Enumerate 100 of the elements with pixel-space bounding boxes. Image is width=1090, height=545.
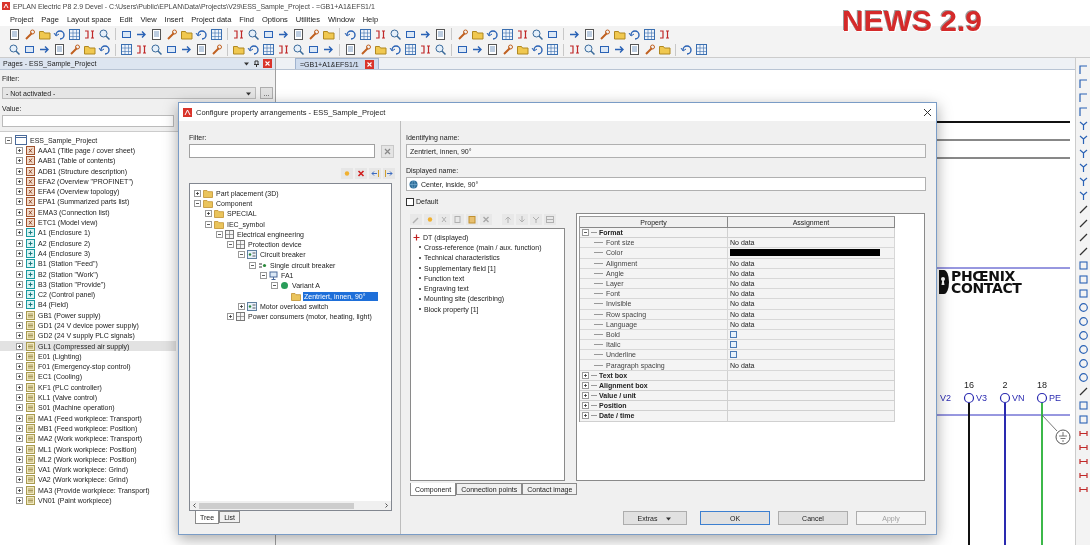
arrow-icon[interactable] <box>322 43 335 56</box>
expand-icon[interactable] <box>238 302 245 310</box>
expand-icon[interactable] <box>16 352 23 360</box>
arrow-icon[interactable] <box>180 43 193 56</box>
square-icon[interactable] <box>1077 288 1089 299</box>
symbol-icon[interactable] <box>419 43 432 56</box>
square-icon[interactable] <box>307 43 320 56</box>
collapse-icon[interactable] <box>582 229 589 237</box>
expand-icon[interactable] <box>16 229 23 237</box>
expand-icon[interactable] <box>16 497 23 505</box>
expand-icon[interactable] <box>16 322 23 329</box>
checkbox[interactable] <box>730 341 737 349</box>
pin-icon[interactable] <box>253 60 260 67</box>
page-icon[interactable] <box>628 43 641 56</box>
expand-icon[interactable] <box>582 412 589 420</box>
page-icon[interactable] <box>8 27 21 41</box>
corner-icon[interactable] <box>1077 78 1089 89</box>
export-icon[interactable] <box>383 168 395 179</box>
filter-field[interactable] <box>189 144 375 158</box>
circle-icon[interactable] <box>1077 316 1089 327</box>
square-icon[interactable] <box>1077 274 1089 285</box>
collapse-icon[interactable] <box>5 136 12 144</box>
expand-icon[interactable] <box>16 373 23 381</box>
undo-icon[interactable] <box>53 27 66 41</box>
zoom-icon[interactable] <box>150 43 163 56</box>
undo-icon[interactable] <box>680 43 693 56</box>
grid-icon[interactable] <box>643 27 656 41</box>
expand-icon[interactable] <box>16 188 23 196</box>
branch-icon[interactable] <box>1077 120 1089 131</box>
symbol-icon[interactable] <box>83 27 96 41</box>
zoom-icon[interactable] <box>583 43 596 56</box>
page-icon[interactable] <box>434 27 447 41</box>
expand-icon[interactable] <box>16 414 23 422</box>
expand-icon[interactable] <box>16 280 23 288</box>
page-icon[interactable] <box>150 27 163 41</box>
corner-icon[interactable] <box>1077 92 1089 103</box>
expand-icon[interactable] <box>16 311 23 319</box>
branch-icon[interactable] <box>1077 162 1089 173</box>
grid-icon[interactable] <box>695 43 708 56</box>
scrollbar[interactable] <box>190 501 391 510</box>
line-icon[interactable] <box>1077 218 1089 229</box>
line-icon[interactable] <box>1077 246 1089 257</box>
checkbox[interactable] <box>406 197 414 206</box>
square-icon[interactable] <box>598 43 611 56</box>
expand-icon[interactable] <box>16 445 23 453</box>
undo-icon[interactable] <box>195 27 208 41</box>
grid-icon[interactable] <box>68 27 81 41</box>
grid-icon[interactable] <box>404 43 417 56</box>
expand-icon[interactable] <box>16 157 23 165</box>
collapse-icon[interactable] <box>216 230 223 238</box>
expand-icon[interactable] <box>16 167 23 175</box>
expand-icon[interactable] <box>16 239 23 247</box>
expand-icon[interactable] <box>194 189 201 197</box>
expand-icon[interactable] <box>16 363 23 371</box>
corner-icon[interactable] <box>1077 64 1089 75</box>
collapse-icon[interactable] <box>194 199 201 207</box>
undo-icon[interactable] <box>247 43 260 56</box>
circle-icon[interactable] <box>1077 302 1089 313</box>
bracket-icon[interactable] <box>1077 442 1089 453</box>
expand-icon[interactable] <box>16 208 23 216</box>
clear-button[interactable] <box>381 144 394 158</box>
undo-icon[interactable] <box>628 27 641 41</box>
expand-icon[interactable] <box>16 270 23 278</box>
page-icon[interactable] <box>195 43 208 56</box>
expand-icon[interactable] <box>16 424 23 432</box>
symbol-icon[interactable] <box>658 27 671 41</box>
import-icon[interactable] <box>369 168 381 179</box>
collapse-icon[interactable] <box>205 220 212 228</box>
circle-icon[interactable] <box>1077 372 1089 383</box>
expand-icon[interactable] <box>16 342 23 350</box>
square-icon[interactable] <box>1077 400 1089 411</box>
expand-icon[interactable] <box>227 313 234 321</box>
line-icon[interactable] <box>1077 232 1089 243</box>
arrow-icon[interactable] <box>38 43 51 56</box>
page-icon[interactable] <box>486 43 499 56</box>
line-icon[interactable] <box>1077 204 1089 215</box>
line-icon[interactable] <box>1077 386 1089 397</box>
branch-icon[interactable] <box>1077 148 1089 159</box>
undo-icon[interactable] <box>389 43 402 56</box>
undo-icon[interactable] <box>531 43 544 56</box>
arrow-icon[interactable] <box>613 43 626 56</box>
expand-icon[interactable] <box>16 404 23 412</box>
expand-icon[interactable] <box>16 291 23 299</box>
grid-icon[interactable] <box>359 27 372 41</box>
bracket-icon[interactable] <box>1077 456 1089 467</box>
expand-icon[interactable] <box>16 455 23 463</box>
caret-icon[interactable] <box>243 60 250 67</box>
expand-icon[interactable] <box>16 301 23 309</box>
expand-icon[interactable] <box>16 394 23 402</box>
delete-icon[interactable] <box>355 168 367 179</box>
collapse-icon[interactable] <box>260 272 267 279</box>
undo-icon[interactable] <box>486 27 499 41</box>
zoom-icon[interactable] <box>389 27 402 41</box>
symbol-icon[interactable] <box>135 43 148 56</box>
square-icon[interactable] <box>456 43 469 56</box>
square-icon[interactable] <box>23 43 36 56</box>
checkbox[interactable] <box>730 351 737 359</box>
grid-icon[interactable] <box>546 43 559 56</box>
square-icon[interactable] <box>165 43 178 56</box>
grid-icon[interactable] <box>501 27 514 41</box>
